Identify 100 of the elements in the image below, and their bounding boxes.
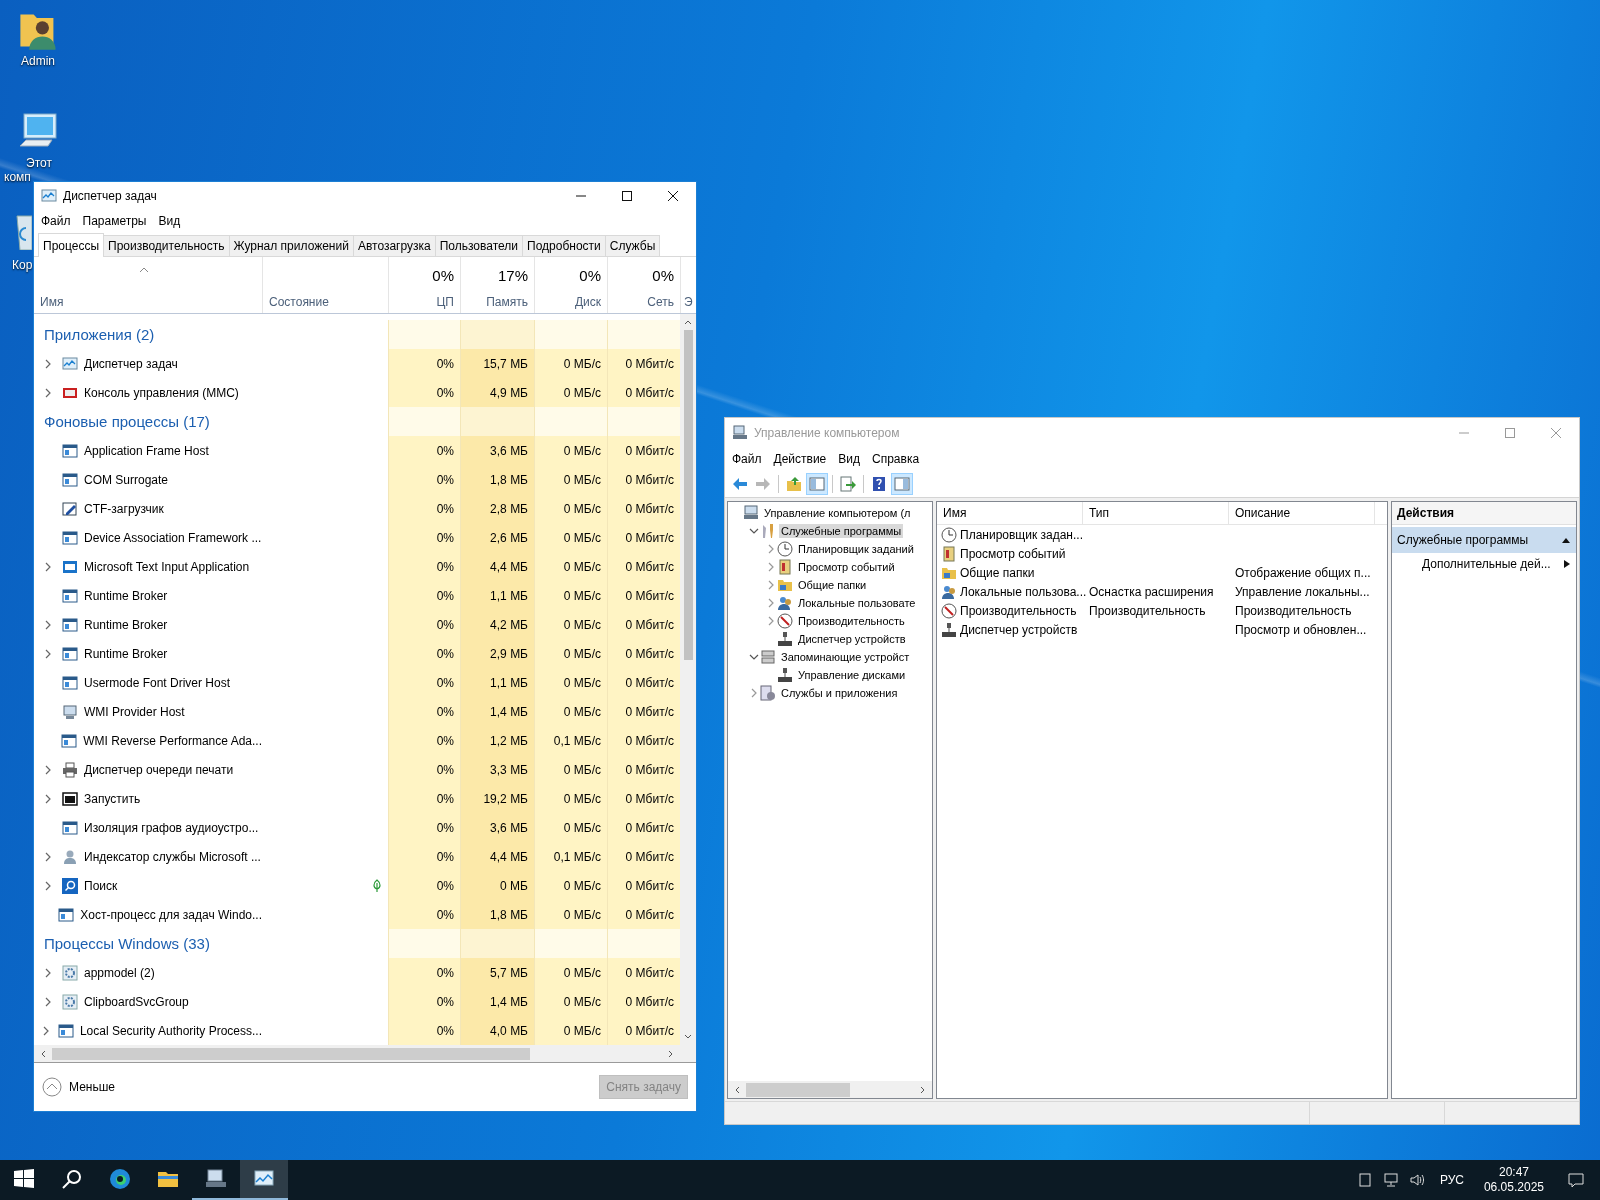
horizontal-scrollbar[interactable] [728,1081,932,1098]
table-cell: 0 МБ/с [534,697,607,726]
group-heading: Приложения (2) [43,326,155,343]
expand-chevron-icon[interactable] [44,967,52,978]
menu-item[interactable]: Действие [767,452,833,466]
column-header[interactable]: Тип [1083,502,1229,524]
list-item[interactable]: Диспетчер устройств [960,622,1078,637]
list-item[interactable]: Производительность [960,603,1077,618]
collapse-chevron-icon[interactable] [748,526,759,536]
expand-chevron-icon[interactable] [44,619,52,630]
clock-date[interactable]: 06.05.2025 [1483,1180,1544,1195]
vertical-scrollbar[interactable] [680,314,696,1045]
table-cell: 0 МБ/с [534,668,607,697]
horizontal-scrollbar[interactable] [34,1045,696,1063]
notification-icon[interactable] [1568,1172,1584,1188]
clock-icon [941,526,957,543]
collapse-circle-icon[interactable] [42,1077,62,1097]
menu-item[interactable]: Файл [35,214,77,228]
table-cell: 0 Мбит/с [607,581,680,610]
expand-chevron-icon[interactable] [44,996,52,1007]
network-icon[interactable] [1382,1172,1399,1188]
table-cell: 0 МБ/с [534,494,607,523]
clock-time[interactable]: 20:47 [1498,1165,1529,1180]
menu-item[interactable]: Вид [832,452,866,466]
tab[interactable]: Пользователи [434,235,524,256]
list-item[interactable]: Локальные пользова... [960,584,1087,599]
list-item[interactable]: Просмотр событий [960,546,1066,561]
tab[interactable]: Процессы [38,233,104,257]
drive-icon [760,649,776,665]
device-icon [777,631,793,647]
column-header[interactable]: Э [684,295,696,309]
computer-icon [62,703,78,720]
desktop-icon-label: комп [4,170,31,184]
tree-item[interactable]: Службы и приложения [779,686,900,700]
tree-item[interactable]: Управление компьютером (л [762,506,913,520]
volume-icon[interactable] [1408,1172,1425,1188]
collapse-triangle-icon[interactable] [1561,536,1571,544]
action-pane-icon [894,475,910,492]
folder-up-icon [786,475,802,492]
menu-item[interactable]: Справка [866,452,926,466]
list-item[interactable]: Общие папки [960,565,1035,580]
tab[interactable]: Автозагрузка [352,235,436,256]
expand-chevron-icon[interactable] [44,880,52,891]
column-header[interactable]: Описание [1229,502,1375,524]
action-section-header[interactable]: Служебные программы [1392,527,1576,553]
tray-box-icon[interactable] [1356,1172,1373,1188]
column-header[interactable]: ЦП [436,295,454,309]
tab[interactable]: Производительность [103,235,230,256]
table-cell: 1,8 МБ [460,465,534,494]
table-cell: 0% [388,523,460,552]
tree-item[interactable]: Диспетчер устройств [796,632,908,646]
expand-chevron-icon[interactable] [44,561,52,572]
tree-item[interactable]: Просмотр событий [796,560,897,574]
tree-item[interactable]: Производительность [796,614,907,628]
task-manager-button[interactable] [240,1160,288,1200]
table-cell: 1,1 МБ [460,581,534,610]
recycle-bin-icon[interactable] [16,214,32,250]
expand-chevron-icon[interactable] [44,764,52,775]
window-icon [62,471,78,488]
tree-item[interactable]: Запоминающие устройст [779,650,912,664]
tree-item[interactable]: Планировщик заданий [796,542,916,556]
sort-caret-icon[interactable] [139,267,149,273]
expand-chevron-icon[interactable] [44,387,52,398]
fewer-details-link[interactable]: Меньше [69,1080,115,1094]
tree-item[interactable]: Управление дисками [796,668,908,682]
table-cell: 1,8 МБ [460,900,534,929]
column-header[interactable]: Имя [937,502,1083,524]
expand-chevron-icon[interactable] [41,1025,50,1036]
expand-chevron-icon[interactable] [44,793,52,804]
expand-chevron-icon[interactable] [44,358,52,369]
column-header[interactable]: Диск [574,295,601,309]
list-item[interactable]: Планировщик задан... [960,527,1083,542]
tab[interactable]: Подробности [522,235,606,256]
action-item[interactable]: Дополнительные дей... [1422,557,1551,571]
tree-item[interactable]: Локальные пользовате [796,596,918,610]
process-name: Диспетчер задач [84,356,178,371]
table-cell: 0 Мбит/с [607,668,680,697]
table-cell: 0 МБ/с [534,523,607,552]
menu-item[interactable]: Параметры [76,214,153,228]
expand-chevron-icon[interactable] [44,851,52,862]
expand-chevron-icon[interactable] [44,648,52,659]
gear-icon [62,993,78,1010]
column-header[interactable]: Память [486,295,528,309]
tree-item[interactable]: Общие папки [796,578,869,592]
language-indicator[interactable]: РУС [1439,1173,1464,1187]
collapse-chevron-icon[interactable] [748,652,759,662]
tree-item[interactable]: Служебные программы [779,524,904,538]
table-cell: 4,9 МБ [460,378,534,407]
table-cell: 0 МБ/с [534,1016,607,1045]
table-cell: 0% [388,668,460,697]
column-header[interactable]: Имя [40,295,256,309]
device-icon [777,667,793,683]
tab[interactable]: Журнал приложений [228,235,354,256]
column-header[interactable]: Сеть [647,295,674,309]
table-cell: 0% [388,842,460,871]
column-header[interactable]: Состояние [269,295,382,309]
tab[interactable]: Службы [604,235,661,256]
menu-item[interactable]: Файл [726,452,768,466]
window-icon [62,616,78,633]
menu-item[interactable]: Вид [152,214,187,228]
